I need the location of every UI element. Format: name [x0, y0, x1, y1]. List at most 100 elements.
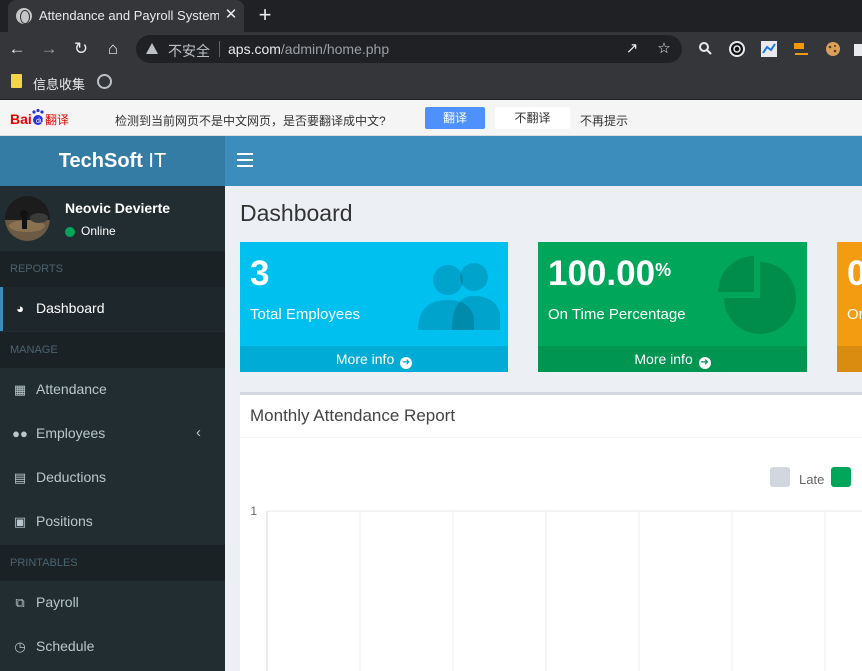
omnibox[interactable]: 不安全 aps.com/admin/home.php ↗ ☆ — [136, 35, 682, 63]
hamburger-menu-icon[interactable] — [237, 153, 253, 167]
url-text[interactable]: aps.com/admin/home.php — [228, 41, 389, 57]
tab-title: Attendance and Payroll System — [39, 8, 219, 23]
browser-tabbar: Attendance and Payroll System ✕ + — [0, 0, 862, 32]
stat-box-on-time-today: 0 On — [837, 242, 862, 372]
stat-box-total-employees: 3 Total Employees More info ➜ — [240, 242, 508, 372]
app-logo[interactable]: TechSoft IT — [0, 136, 225, 186]
legend-swatch-late[interactable] — [770, 467, 790, 487]
page-title: Dashboard — [240, 200, 353, 226]
bookmarks-bar: 信息收集 — [0, 66, 862, 100]
translate-bar: Bai du 翻译 检测到当前网页不是中文网页，是否要翻译成中文? 翻译 不翻译… — [0, 100, 862, 136]
attendance-report-panel: Monthly Attendance Report Late 1 — [240, 392, 862, 671]
sidebar-item-label: Positions — [36, 513, 93, 529]
url-path: /admin/home.php — [280, 41, 390, 57]
bookmark-globe-icon[interactable] — [97, 74, 112, 89]
logo-bold: TechSoft — [58, 150, 143, 172]
stat-label: On — [847, 306, 862, 323]
stat-label: Total Employees — [250, 306, 361, 323]
more-info-link[interactable]: More info ➜ — [538, 346, 807, 372]
sidebar-item-payroll[interactable]: ⧉ Payroll — [0, 581, 225, 625]
more-info-link[interactable] — [837, 346, 862, 372]
stat-number: 100.00 — [548, 254, 656, 293]
sidebar-item-label: Employees — [36, 425, 106, 441]
menu-header-manage: MANAGE — [0, 332, 225, 368]
stat-box-on-time: 100.00% On Time Percentage More info ➜ — [538, 242, 807, 372]
more-info-label: More info — [335, 351, 395, 367]
more-info-link[interactable]: More info ➜ — [240, 346, 508, 372]
top-navbar — [225, 136, 862, 186]
stat-value: 0 — [847, 254, 862, 293]
svg-text:du: du — [36, 118, 44, 125]
circle-extension-icon[interactable] — [728, 40, 746, 58]
cookie-extension-icon[interactable] — [824, 40, 842, 58]
sidebar-item-deductions[interactable]: ▤ Deductions — [0, 456, 225, 500]
attendance-chart: 1 — [250, 504, 862, 671]
url-host: aps.com — [228, 41, 281, 57]
warning-icon — [146, 43, 158, 54]
sidebar-item-dashboard[interactable]: ◕ Dashboard — [0, 287, 225, 331]
dashboard-icon: ◕ — [16, 301, 24, 316]
stat-suffix: % — [655, 260, 672, 280]
never-show-link[interactable]: 不再提示 — [580, 112, 628, 129]
clock-icon: ◷ — [14, 639, 26, 654]
stat-label: On Time Percentage — [548, 306, 686, 323]
legend-swatch-ontime[interactable] — [831, 467, 851, 487]
arrow-circle-right-icon: ➜ — [698, 357, 711, 369]
pie-chart-icon — [718, 256, 796, 334]
address-bar-row: ← → ↻ ⌂ 不安全 aps.com/admin/home.php ↗ ☆ — [0, 32, 862, 66]
sidebar-item-attendance[interactable]: ▦ Attendance — [0, 368, 225, 412]
stat-value: 100.00% — [548, 254, 671, 294]
chart-extension-icon[interactable] — [760, 40, 778, 58]
puzzle-extension-icon[interactable] — [852, 40, 862, 58]
divider — [240, 437, 862, 438]
menu-header-printables: PRINTABLES — [0, 545, 225, 581]
no-translate-button[interactable]: 不翻译 — [495, 107, 570, 129]
y-tick-label: 1 — [250, 504, 257, 518]
sidebar-item-employees[interactable]: ●● Employees ‹ — [0, 412, 225, 456]
sidebar-item-positions[interactable]: ▣ Positions — [0, 500, 225, 544]
sidebar-item-label: Payroll — [36, 594, 79, 610]
user-panel: Neovic Devierte Online — [0, 186, 225, 251]
insecure-label[interactable]: 不安全 — [168, 41, 210, 61]
translate-button[interactable]: 翻译 — [425, 107, 485, 129]
sidebar-item-schedule[interactable]: ◷ Schedule — [0, 625, 225, 669]
online-status-icon — [65, 227, 75, 237]
users-icon — [418, 263, 500, 330]
chevron-left-icon[interactable]: ‹ — [196, 424, 201, 441]
sidebar: Neovic Devierte Online REPORTS ◕ Dashboa… — [0, 186, 225, 671]
translate-prompt: 检测到当前网页不是中文网页，是否要翻译成中文? — [115, 114, 386, 128]
briefcase-icon: ▣ — [13, 514, 27, 529]
sidebar-item-label: Attendance — [36, 381, 107, 397]
divider — [219, 41, 220, 57]
globe-icon — [16, 8, 32, 24]
legend-label-late: Late — [799, 472, 825, 487]
close-tab-icon[interactable]: ✕ — [222, 5, 240, 25]
sidebar-item-label: Deductions — [36, 469, 107, 485]
forward-icon[interactable]: → — [37, 37, 61, 61]
menu-header-reports: REPORTS — [0, 251, 225, 287]
download-extension-icon[interactable] — [792, 40, 810, 58]
bookmark-folder-icon — [11, 74, 22, 88]
browser-tab[interactable]: Attendance and Payroll System ✕ — [8, 0, 244, 32]
user-name: Neovic Devierte — [65, 200, 171, 216]
calendar-icon: ▦ — [13, 382, 27, 397]
file-icon: ▤ — [13, 470, 27, 485]
panel-title: Monthly Attendance Report — [250, 406, 456, 425]
avatar — [5, 196, 50, 241]
search-extension-icon[interactable] — [697, 40, 715, 58]
reload-icon[interactable]: ↻ — [69, 37, 93, 61]
star-icon[interactable]: ☆ — [654, 39, 674, 59]
baidu-translate-logo: Bai du 翻译 — [10, 108, 69, 127]
user-status: Online — [81, 224, 116, 238]
sidebar-item-label: Dashboard — [36, 300, 105, 316]
home-icon[interactable]: ⌂ — [101, 37, 125, 61]
more-info-label: More info — [634, 351, 693, 367]
arrow-circle-right-icon: ➜ — [400, 357, 413, 369]
users-icon: ●● — [12, 426, 28, 441]
new-tab-button[interactable]: + — [254, 2, 276, 28]
back-icon[interactable]: ← — [5, 37, 29, 61]
bookmark-item[interactable]: 信息收集 — [33, 74, 85, 93]
logo-light: IT — [142, 150, 167, 172]
baidu-logo-text-2: 翻译 — [45, 113, 69, 127]
share-icon[interactable]: ↗ — [622, 39, 642, 59]
